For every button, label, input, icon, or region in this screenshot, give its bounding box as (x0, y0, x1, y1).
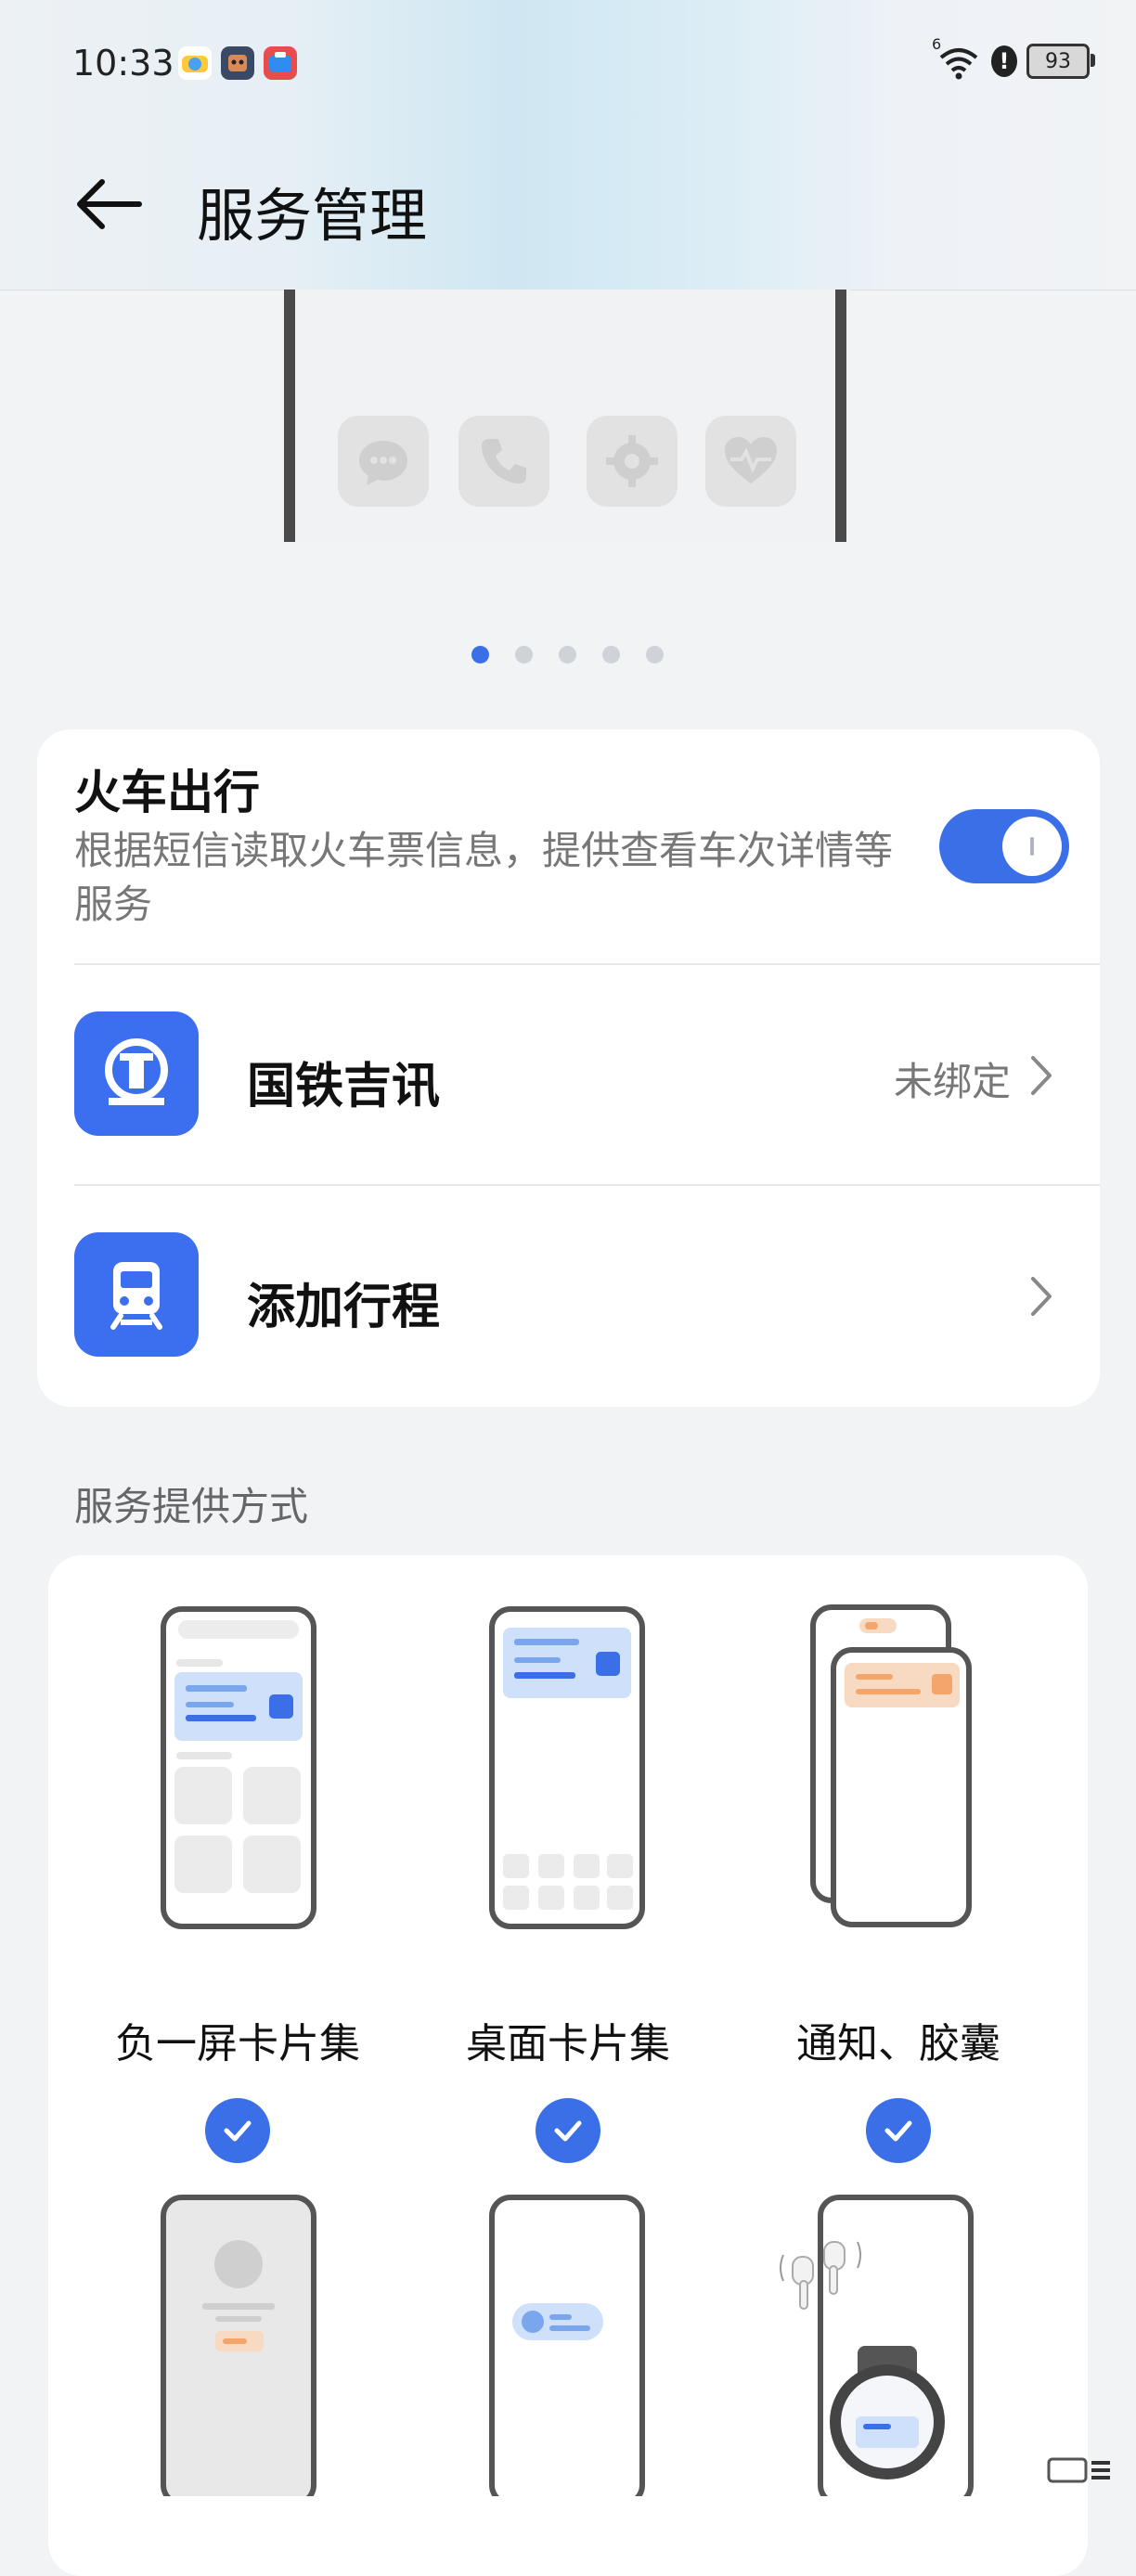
notification-app-icon-1 (178, 46, 212, 80)
carousel-pagination (471, 646, 664, 663)
status-time: 10:33 (72, 43, 174, 84)
desktop-widgets-illustration (489, 1606, 645, 1929)
option-checkbox-desktop[interactable] (536, 2098, 600, 2163)
phone-icon (458, 416, 549, 507)
option-desktop-widgets[interactable]: 桌面卡片集 (429, 1602, 707, 2084)
row-add-trip[interactable]: 添加行程 (37, 1186, 1100, 1390)
notification-app-icon-3 (264, 46, 297, 80)
chevron-right-icon (1031, 1056, 1052, 1095)
check-icon (224, 2120, 252, 2142)
check-icon (554, 2120, 582, 2142)
option-label: 通知、胶囊 (796, 2020, 1000, 2067)
option-label: 桌面卡片集 (466, 2020, 670, 2067)
preview-phone-frame-right (835, 290, 846, 542)
service-description: 根据短信读取火车票信息，提供查看车次详情等服务 (74, 828, 894, 927)
service-toggle[interactable] (939, 809, 1069, 883)
capsule-illustration (489, 2195, 645, 2496)
pagination-dot[interactable] (515, 646, 533, 663)
message-icon (338, 416, 429, 507)
pagination-dot[interactable] (559, 646, 576, 663)
health-icon (705, 416, 796, 507)
minus-one-screen-illustration (161, 1606, 316, 1929)
service-options-card: 负一屏卡片集 桌面卡片集 通知、胶囊 (48, 1555, 1088, 2576)
wearable-devices-illustration (780, 2195, 974, 2496)
arrow-left-icon (77, 179, 142, 229)
page-title: 服务管理 (197, 182, 428, 250)
check-icon (884, 2120, 912, 2142)
settings-icon (587, 416, 678, 507)
toggle-knob (1002, 817, 1062, 876)
railway-logo-icon (74, 1011, 199, 1136)
status-indicators: 6 ! 93 (932, 35, 1095, 82)
alert-icon: ! (991, 45, 1017, 77)
binding-status: 未绑定 (893, 1059, 1011, 1104)
floating-nav-icon[interactable] (1047, 2457, 1112, 2483)
battery-indicator: 93 (1026, 44, 1095, 79)
top-app-bar: 服务管理 (0, 139, 1136, 269)
pagination-dot[interactable] (602, 646, 620, 663)
service-title: 火车出行 (74, 766, 260, 819)
notification-app-icon-2 (221, 46, 254, 80)
row-railway-app[interactable]: 国铁吉讯 未绑定 (37, 965, 1100, 1169)
back-button[interactable] (74, 167, 148, 241)
train-travel-card: 火车出行 根据短信读取火车票信息，提供查看车次详情等服务 国铁吉讯 未绑定 添加… (37, 729, 1100, 1407)
status-bar: 10:33 6 ! 93 (0, 0, 1136, 130)
option-label: 负一屏卡片集 (115, 2020, 360, 2067)
option-checkbox-notification[interactable] (866, 2098, 931, 2163)
section-label: 服务提供方式 (74, 1484, 309, 1529)
pagination-dot[interactable] (646, 646, 664, 663)
train-icon (74, 1232, 199, 1357)
signal-label: 6 (932, 35, 942, 53)
wifi-icon: 6 (932, 35, 982, 80)
lock-screen-illustration (161, 2195, 316, 2496)
preview-phone-frame-left (284, 290, 295, 542)
option-checkbox-minus-one[interactable] (205, 2098, 270, 2163)
chevron-right-icon (1031, 1277, 1052, 1316)
option-notification-capsule[interactable]: 通知、胶囊 (759, 1602, 1038, 2084)
option-minus-one-screen[interactable]: 负一屏卡片集 (98, 1602, 377, 2084)
row-label: 添加行程 (247, 1280, 441, 1335)
notification-capsule-illustration (810, 1604, 972, 1927)
row-label: 国铁吉讯 (247, 1059, 441, 1114)
pagination-dot-active[interactable] (471, 646, 489, 663)
